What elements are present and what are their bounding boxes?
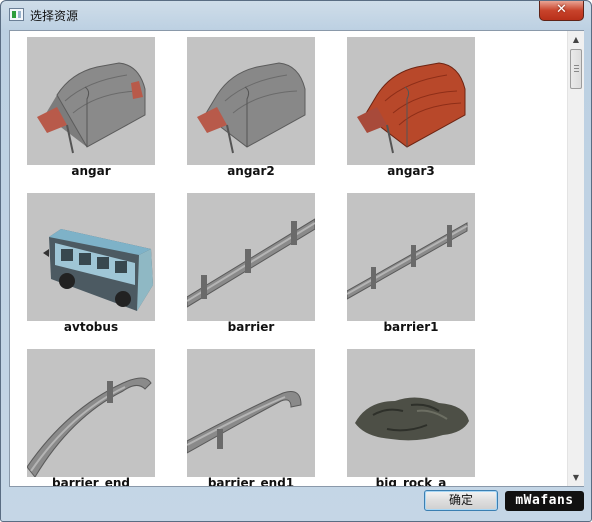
- asset-label: barrier_end1: [207, 476, 295, 487]
- bus-icon: [27, 193, 155, 321]
- rock-icon: [347, 349, 475, 477]
- asset-item-barrier-end[interactable]: barrier_end: [27, 349, 155, 486]
- asset-item-angar3[interactable]: angar3: [347, 37, 475, 178]
- asset-label: big_rock_a: [375, 476, 447, 487]
- asset-item-angar[interactable]: angar: [27, 37, 155, 178]
- hangar-red-icon: [347, 37, 475, 165]
- asset-label: angar3: [387, 164, 435, 178]
- asset-label: avtobus: [63, 320, 119, 334]
- guardrail-icon: [187, 193, 315, 321]
- guardrail-icon: [347, 193, 475, 321]
- close-button[interactable]: ✕: [539, 1, 584, 21]
- hangar-grey-icon: [27, 37, 155, 165]
- guardrail-curved-icon: [27, 349, 155, 477]
- asset-item-barrier1[interactable]: barrier1: [347, 193, 475, 334]
- asset-item-angar2[interactable]: angar2: [187, 37, 315, 178]
- asset-label: barrier: [227, 320, 275, 334]
- title-bar[interactable]: 选择资源 ✕: [1, 1, 591, 29]
- guardrail-curved-icon: [187, 349, 315, 477]
- dialog-window: 选择资源 ✕ angar angar2 angar3 avtobus barri…: [0, 0, 592, 522]
- window-title: 选择资源: [30, 9, 79, 23]
- asset-item-barrier[interactable]: barrier: [187, 193, 315, 334]
- resource-list-panel: angar angar2 angar3 avtobus barrier barr…: [9, 30, 584, 487]
- asset-label: angar: [71, 164, 111, 178]
- vertical-scrollbar[interactable]: ▲ ▼: [567, 31, 584, 486]
- asset-label: barrier1: [383, 320, 439, 334]
- ok-button[interactable]: 确定: [424, 490, 498, 511]
- scroll-down-arrow-icon[interactable]: ▼: [568, 469, 584, 486]
- asset-item-big-rock-a[interactable]: big_rock_a: [347, 349, 475, 486]
- app-icon: [9, 8, 24, 21]
- asset-grid: angar angar2 angar3 avtobus barrier barr…: [10, 31, 567, 486]
- scroll-up-arrow-icon[interactable]: ▲: [568, 31, 584, 48]
- asset-item-barrier-end1[interactable]: barrier_end1: [187, 349, 315, 486]
- dialog-footer: 确定 mWafans: [9, 488, 584, 515]
- watermark-logo: mWafans: [505, 491, 584, 511]
- asset-label: barrier_end: [52, 476, 130, 487]
- asset-item-avtobus[interactable]: avtobus: [27, 193, 155, 334]
- asset-label: angar2: [227, 164, 275, 178]
- hangar-grey-icon: [187, 37, 315, 165]
- scrollbar-thumb[interactable]: [570, 49, 582, 89]
